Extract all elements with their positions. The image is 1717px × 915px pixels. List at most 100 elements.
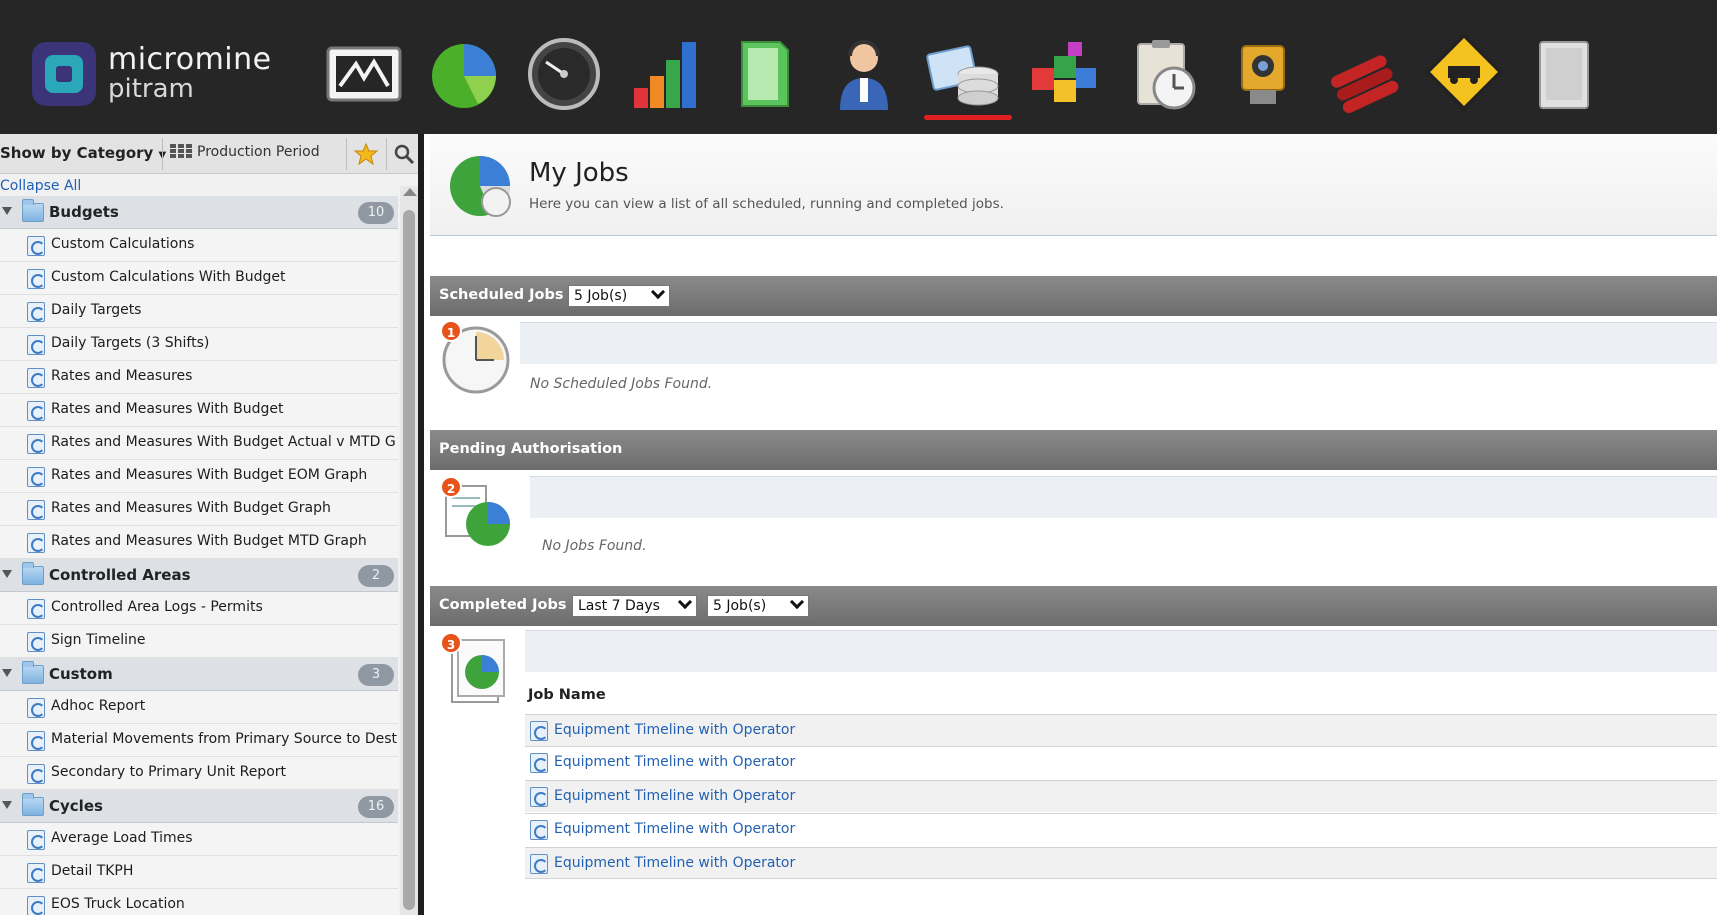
clipboard-clock-icon[interactable] [1124, 34, 1204, 114]
report-doc-icon [530, 787, 548, 807]
report-item[interactable]: Rates and Measures With Budget Graph [0, 493, 398, 526]
report-item[interactable]: Material Movements from Primary Source t… [0, 724, 398, 757]
report-item[interactable]: Daily Targets [0, 295, 398, 328]
logo-text-line2: pitram [108, 74, 194, 104]
report-item[interactable]: Rates and Measures With Budget Actual v … [0, 427, 398, 460]
scrollbar-thumb[interactable] [403, 210, 415, 910]
report-item[interactable]: Secondary to Primary Unit Report [0, 757, 398, 790]
report-label: Rates and Measures [51, 368, 193, 384]
scroll-up-arrow-icon[interactable] [403, 188, 417, 196]
page-subtitle: Here you can view a list of all schedule… [529, 196, 1004, 212]
folder-icon [22, 661, 44, 684]
expand-triangle-icon[interactable] [2, 801, 12, 809]
job-link[interactable]: Equipment Timeline with Operator [554, 855, 795, 871]
job-link[interactable]: Equipment Timeline with Operator [554, 722, 795, 738]
pending-strip [530, 476, 1717, 518]
completed-jobs-count-select[interactable]: 5 Job(s) [707, 594, 809, 617]
expand-triangle-icon[interactable] [2, 669, 12, 677]
report-sidebar: Show by Category ▼ Production Period Col… [0, 134, 424, 915]
speedometer-icon[interactable] [524, 34, 604, 114]
report-item[interactable]: Rates and Measures With Budget EOM Graph [0, 460, 398, 493]
report-doc-icon [27, 335, 45, 355]
table-row[interactable]: Equipment Timeline with Operator [525, 847, 1717, 879]
completed-range-select[interactable]: Last 7 Days [572, 594, 697, 617]
report-label: Custom Calculations With Budget [51, 269, 286, 285]
micromine-logo-mark [32, 42, 96, 106]
search-icon[interactable] [392, 142, 416, 166]
collapse-all-link[interactable]: Collapse All [0, 178, 81, 194]
completed-jobs-header: Completed Jobs Last 7 Days 5 Job(s) [430, 586, 1717, 626]
table-row[interactable]: Equipment Timeline with Operator [525, 780, 1717, 812]
sidebar-scrollbar[interactable] [400, 186, 418, 915]
blocks-icon[interactable] [1024, 34, 1104, 114]
job-link[interactable]: Equipment Timeline with Operator [554, 754, 795, 770]
report-doc-icon [27, 764, 45, 784]
toolbar-divider [346, 138, 347, 170]
expand-triangle-icon[interactable] [2, 207, 12, 215]
completed-count-value: 5 Job(s) [713, 598, 767, 614]
category-custom[interactable]: Custom 3 [0, 658, 398, 691]
micromine-pitram-logo[interactable]: micromine pitram [32, 38, 271, 108]
category-cycles[interactable]: Cycles 16 [0, 790, 398, 823]
dashboard-monitor-icon[interactable] [324, 34, 404, 114]
table-row[interactable]: Equipment Timeline with Operator [525, 746, 1717, 778]
category-budgets[interactable]: Budgets 10 [0, 196, 398, 229]
truck-warning-sign-icon[interactable] [1424, 32, 1504, 114]
report-item[interactable]: Adhoc Report [0, 691, 398, 724]
report-item[interactable]: Rates and Measures With Budget [0, 394, 398, 427]
report-label: Daily Targets [51, 302, 142, 318]
pending-empty-message: No Jobs Found. [542, 538, 647, 554]
operator-headset-icon[interactable] [824, 34, 904, 114]
report-label: Material Movements from Primary Source t… [51, 731, 398, 747]
report-doc-icon [27, 401, 45, 421]
show-by-category-dropdown[interactable]: Show by Category ▼ [0, 144, 166, 162]
completed-jobs-title: Completed Jobs [439, 597, 567, 613]
table-row[interactable]: Equipment Timeline with Operator [525, 714, 1717, 746]
report-doc-icon [27, 500, 45, 520]
report-item[interactable]: Controlled Area Logs - Permits [0, 592, 398, 625]
report-label: Detail TKPH [51, 863, 134, 879]
report-doc-icon [530, 721, 548, 741]
jobs-database-icon[interactable] [924, 34, 1004, 114]
server-tower-icon[interactable] [1524, 34, 1604, 114]
pie-chart-icon[interactable] [424, 34, 504, 114]
report-doc-icon [530, 854, 548, 874]
report-item[interactable]: Average Load Times [0, 823, 398, 856]
report-item[interactable]: Custom Calculations With Budget [0, 262, 398, 295]
job-name-column-header[interactable]: Job Name [528, 687, 606, 703]
report-item[interactable]: Custom Calculations [0, 229, 398, 262]
explosives-icon[interactable] [1324, 34, 1404, 114]
report-label: Sign Timeline [51, 632, 146, 648]
surveyor-camera-icon[interactable] [1224, 34, 1304, 114]
folder-icon [22, 793, 44, 816]
report-doc-icon [27, 302, 45, 322]
bar-chart-icon[interactable] [624, 34, 704, 114]
show-by-label: Show by Category [0, 144, 154, 162]
report-label: Daily Targets (3 Shifts) [51, 335, 210, 351]
production-period-button[interactable]: Production Period [170, 144, 320, 160]
report-item[interactable]: Rates and Measures [0, 361, 398, 394]
table-row[interactable]: Equipment Timeline with Operator [525, 813, 1717, 845]
report-item[interactable]: EOS Truck Location [0, 889, 398, 915]
report-item[interactable]: Detail TKPH [0, 856, 398, 889]
report-item[interactable]: Rates and Measures With Budget MTD Graph [0, 526, 398, 559]
job-link[interactable]: Equipment Timeline with Operator [554, 821, 795, 837]
report-doc-icon [530, 820, 548, 840]
report-doc-icon [27, 434, 45, 454]
job-link[interactable]: Equipment Timeline with Operator [554, 788, 795, 804]
report-item[interactable]: Sign Timeline [0, 625, 398, 658]
report-doc-icon [27, 896, 45, 915]
document-icon[interactable] [724, 34, 804, 114]
favourites-star-icon[interactable] [352, 142, 380, 166]
report-doc-icon [27, 533, 45, 553]
report-item[interactable]: Daily Targets (3 Shifts) [0, 328, 398, 361]
chevron-down-icon [677, 594, 693, 610]
expand-triangle-icon[interactable] [2, 570, 12, 578]
scheduled-jobs-count-select[interactable]: 5 Job(s) [568, 284, 670, 307]
category-controlled-areas[interactable]: Controlled Areas 2 [0, 559, 398, 592]
completed-strip [525, 630, 1717, 672]
completed-report-icon: 3 [440, 632, 518, 710]
report-doc-icon [27, 236, 45, 256]
category-label: Cycles [49, 797, 103, 815]
report-doc-icon [27, 863, 45, 883]
